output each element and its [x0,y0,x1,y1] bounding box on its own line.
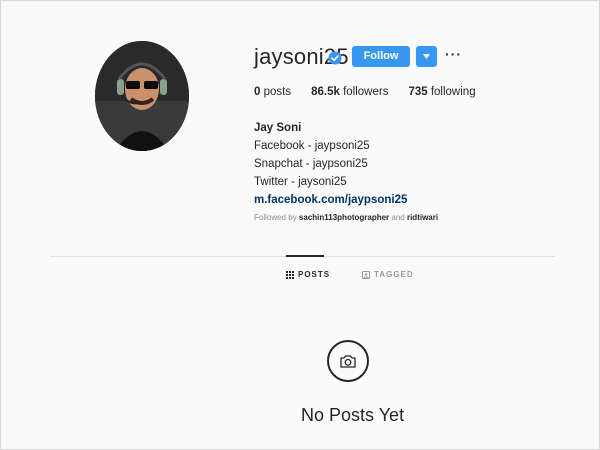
followed-by: Followed by sachin113photographer and ri… [254,213,438,222]
bio-line-snapchat: Snapchat - jaypsoni25 [254,158,368,170]
tab-tagged[interactable]: TAGGED [362,270,414,279]
followers-count-label: followers [339,86,389,98]
avatar[interactable] [95,41,189,151]
bio-line-twitter: Twitter - jaysoni25 [254,176,347,188]
verified-badge-icon [328,51,342,65]
profile-photo [95,41,189,151]
tag-icon [362,270,370,279]
bio-website-link[interactable]: m.facebook.com/jaypsoni25 [254,191,407,209]
tab-posts[interactable]: POSTS [286,270,330,279]
tab-tagged-label: TAGGED [374,270,414,279]
following-count-label: following [427,86,476,98]
posts-count-label: posts [260,86,292,98]
camera-icon [340,355,356,368]
profile-bio: Jay Soni Facebook - jaypsoni25 Snapchat … [254,119,407,209]
following-count-value: 735 [408,86,428,98]
following-count[interactable]: 735 following [408,86,475,98]
full-name: Jay Soni [254,122,302,134]
followed-by-user-2[interactable]: ridtiwari [407,213,438,222]
followers-count-value: 86.5k [311,86,340,98]
followers-count[interactable]: 86.5k followers [311,86,388,98]
chevron-down-icon [423,54,430,59]
followed-by-user-1[interactable]: sachin113photographer [299,213,389,222]
empty-state-message: No Posts Yet [301,405,405,425]
posts-count: 0 posts [254,86,291,98]
active-tab-indicator [286,255,324,257]
follow-button[interactable]: Follow [352,46,410,67]
followed-by-prefix: Followed by [254,213,299,222]
tab-posts-label: POSTS [298,270,331,279]
grid-icon [286,270,294,279]
followed-by-joiner: and [389,213,407,222]
empty-state-camera [327,340,369,382]
bio-line-facebook: Facebook - jaypsoni25 [254,140,370,152]
profile-stats: 0 posts 86.5k followers 735 following [254,86,496,98]
more-options-button[interactable]: ··· [445,45,461,63]
suggestions-dropdown-button[interactable] [416,46,437,67]
